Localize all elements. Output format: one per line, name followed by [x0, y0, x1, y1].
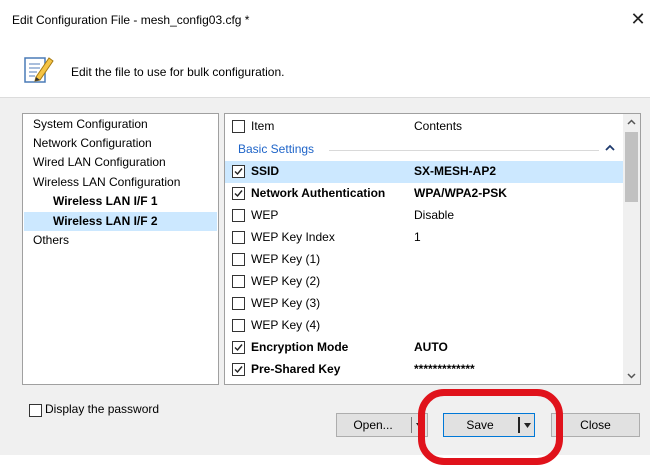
grid-header-row: Item Contents: [225, 116, 623, 138]
group-row-basic-settings[interactable]: Basic Settings: [225, 139, 623, 159]
open-button-label: Open...: [353, 418, 393, 432]
row-item-label: Network Authentication: [251, 186, 386, 200]
tree-item-wireless-lan-if-2[interactable]: Wireless LAN I/F 2: [53, 212, 158, 230]
save-button[interactable]: Save: [443, 413, 535, 437]
close-icon[interactable]: ✕: [626, 9, 650, 29]
row-item-label: WEP Key (3): [251, 296, 321, 310]
checkmark-icon: [234, 168, 243, 176]
row-contents-value: 1: [414, 230, 421, 244]
tree-item-wireless-lan-if-1[interactable]: Wireless LAN I/F 1: [53, 192, 158, 210]
row-item-label: WEP Key (2): [251, 274, 321, 288]
tree-item-system-configuration[interactable]: System Configuration: [33, 115, 148, 133]
row-contents-value: *************: [414, 362, 475, 376]
window-title: Edit Configuration File - mesh_config03.…: [12, 13, 250, 27]
row-item-label: SSID: [251, 164, 280, 178]
table-row[interactable]: WEP Key (4): [225, 315, 623, 337]
tree-item-network-configuration[interactable]: Network Configuration: [33, 134, 152, 152]
group-label: Basic Settings: [238, 142, 315, 156]
table-row[interactable]: Encryption Mode AUTO: [225, 337, 623, 359]
collapse-chevron-icon[interactable]: [603, 141, 617, 155]
save-split-separator: [518, 417, 520, 433]
row-contents-value: Disable: [414, 208, 455, 222]
row-contents-value: WPA/WPA2-PSK: [414, 186, 507, 200]
category-tree[interactable]: System Configuration Network Configurati…: [22, 113, 219, 385]
row-item-label: Encryption Mode: [251, 340, 349, 354]
row-contents-value: 60: [414, 384, 427, 385]
save-button-label: Save: [466, 418, 494, 432]
dropdown-arrow-icon[interactable]: [523, 421, 532, 430]
table-row[interactable]: WEP Key (3): [225, 293, 623, 315]
dropdown-arrow-icon[interactable]: [415, 421, 424, 430]
row-checkbox[interactable]: [232, 231, 245, 244]
row-checkbox[interactable]: [232, 363, 245, 376]
edit-document-icon: [24, 57, 54, 83]
row-checkbox[interactable]: [232, 187, 245, 200]
column-header-contents[interactable]: Contents: [414, 119, 462, 133]
scroll-down-icon[interactable]: [623, 367, 640, 384]
row-item-label: WEP: [251, 208, 279, 222]
table-row[interactable]: Group Key Renewal 60: [225, 381, 623, 385]
display-password-label[interactable]: Display the password: [45, 402, 159, 416]
table-row[interactable]: WEP Key Index 1: [225, 227, 623, 249]
vertical-scrollbar[interactable]: [623, 114, 640, 384]
header-text: Edit the file to use for bulk configurat…: [71, 65, 285, 79]
table-row[interactable]: WEP Key (1): [225, 249, 623, 271]
tree-item-wired-lan-configuration[interactable]: Wired LAN Configuration: [33, 153, 166, 171]
row-item-label: WEP Key Index: [251, 230, 335, 244]
row-contents-value: SX-MESH-AP2: [414, 164, 497, 178]
scroll-up-icon[interactable]: [623, 114, 640, 131]
select-all-checkbox[interactable]: [232, 120, 245, 133]
open-split-separator: [411, 417, 412, 433]
display-password-checkbox[interactable]: [29, 404, 42, 417]
row-contents-value: AUTO: [414, 340, 448, 354]
close-button-label: Close: [580, 418, 611, 432]
settings-grid[interactable]: Item Contents Basic Settings SSID SX-MESH…: [224, 113, 641, 385]
row-checkbox[interactable]: [232, 275, 245, 288]
checkmark-icon: [234, 190, 243, 198]
group-divider: [329, 150, 599, 151]
row-checkbox[interactable]: [232, 297, 245, 310]
tree-item-wireless-lan-configuration[interactable]: Wireless LAN Configuration: [33, 173, 180, 191]
row-item-label: WEP Key (4): [251, 318, 321, 332]
row-checkbox[interactable]: [232, 165, 245, 178]
scrollbar-thumb[interactable]: [625, 132, 638, 202]
table-row[interactable]: SSID SX-MESH-AP2: [225, 161, 623, 183]
row-checkbox[interactable]: [232, 319, 245, 332]
row-item-label: Pre-Shared Key: [251, 362, 341, 376]
checkmark-icon: [234, 344, 243, 352]
row-checkbox[interactable]: [232, 253, 245, 266]
row-checkbox[interactable]: [232, 341, 245, 354]
column-header-item[interactable]: Item: [251, 119, 274, 133]
checkmark-icon: [234, 366, 243, 374]
close-button[interactable]: Close: [551, 413, 640, 437]
tree-item-others[interactable]: Others: [33, 231, 69, 249]
dialog-header: Edit the file to use for bulk configurat…: [0, 38, 650, 98]
title-bar: Edit Configuration File - mesh_config03.…: [0, 0, 650, 38]
table-row[interactable]: WEP Disable: [225, 205, 623, 227]
table-row[interactable]: WEP Key (2): [225, 271, 623, 293]
table-row[interactable]: Network Authentication WPA/WPA2-PSK: [225, 183, 623, 205]
row-checkbox[interactable]: [232, 209, 245, 222]
table-row[interactable]: Pre-Shared Key *************: [225, 359, 623, 381]
row-item-label: Group Key Renewal: [251, 384, 358, 385]
row-item-label: WEP Key (1): [251, 252, 321, 266]
open-button[interactable]: Open...: [336, 413, 428, 437]
